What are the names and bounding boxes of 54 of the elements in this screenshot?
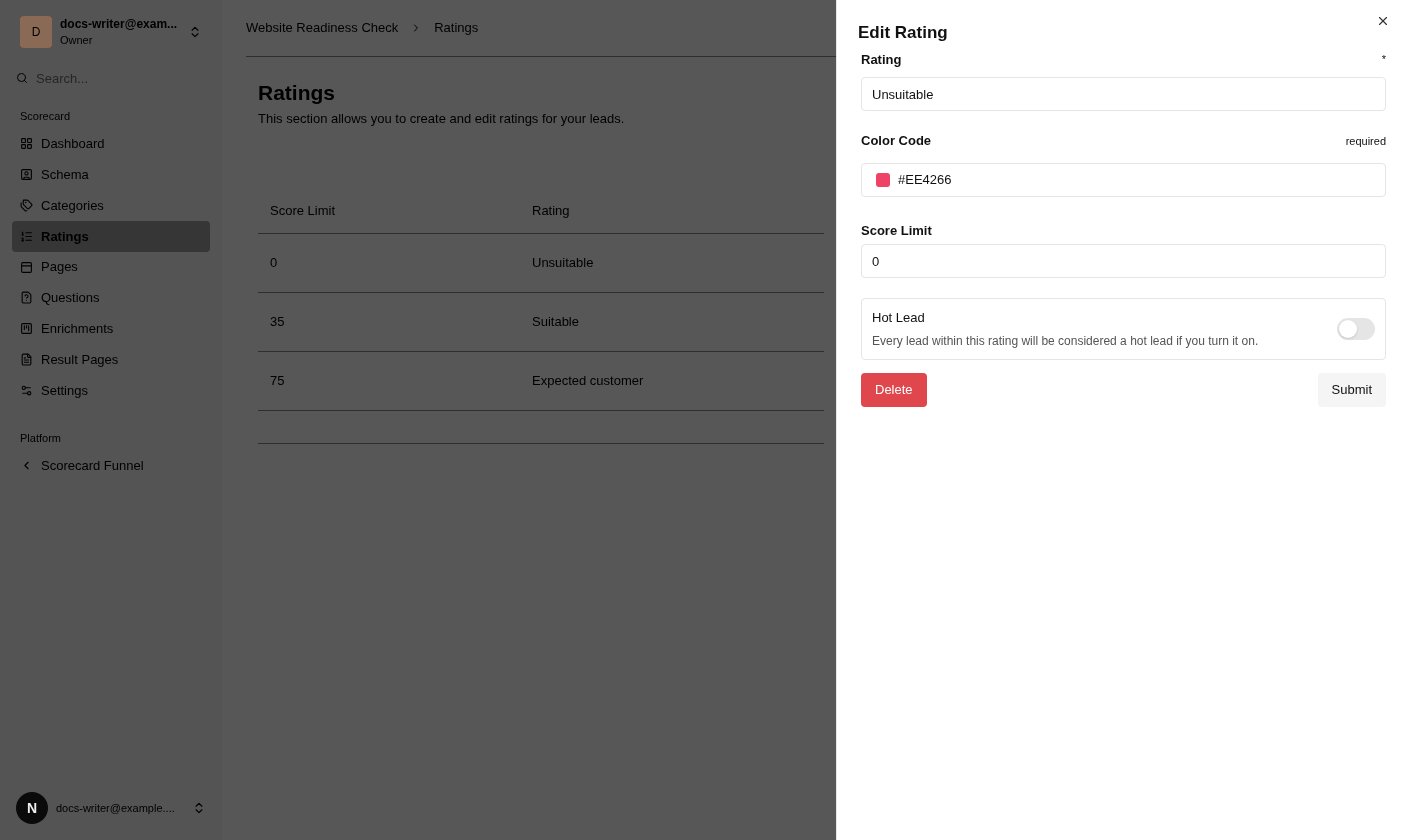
sidebar-item[interactable]: Schema — [12, 159, 210, 191]
table-cell-text: Unsuitable — [532, 254, 595, 273]
hot-lead-title: Hot Lead — [872, 309, 926, 328]
required-marker: * — [1381, 52, 1386, 67]
sidebar-item[interactable]: Pages — [12, 251, 210, 283]
delete-button[interactable]: Delete — [861, 373, 927, 407]
account-avatar: D — [20, 16, 52, 49]
board-icon — [20, 322, 33, 336]
sidebar-item[interactable]: Questions — [12, 282, 210, 314]
submit-button[interactable]: Submit — [1317, 373, 1386, 407]
color-field[interactable]: #EE4266 — [861, 162, 1386, 197]
panel-icon — [20, 260, 33, 274]
page-title: Ratings — [258, 80, 336, 106]
required-hint: required — [1345, 133, 1386, 149]
sidebar-item[interactable]: Categories — [12, 190, 210, 221]
user-email: docs-writer@example.... — [56, 800, 176, 816]
sidebar-item[interactable]: Settings — [12, 374, 210, 406]
field-label: Color Code — [861, 132, 932, 150]
close-icon[interactable] — [1376, 14, 1390, 28]
tag-icon — [20, 199, 33, 212]
search-icon — [16, 71, 28, 86]
rating-field[interactable]: Unsuitable — [861, 77, 1386, 111]
breadcrumb-current: Ratings — [434, 19, 479, 38]
table-cell-text: 0 — [270, 254, 279, 273]
sidebar-item[interactable]: Enrichments — [12, 313, 210, 345]
page-description: This section allows you to create and edit ratings for your leads. — [258, 109, 626, 128]
contact-icon — [20, 168, 33, 182]
settings-icon — [20, 383, 33, 397]
account-role: Owner — [60, 33, 94, 48]
section-title: Scorecard — [19, 109, 72, 124]
hot-lead-toggle[interactable] — [1337, 318, 1375, 340]
column-header: Rating — [532, 201, 571, 220]
color-swatch[interactable] — [876, 172, 890, 187]
score-limit-field[interactable]: 0 — [861, 244, 1386, 278]
column-header: Score Limit — [270, 201, 337, 220]
sidebar-item[interactable]: Dashboard — [12, 128, 210, 160]
document-icon — [20, 352, 33, 366]
field-label: Score Limit — [861, 221, 933, 240]
table-cell-text: 75 — [270, 372, 286, 391]
hot-lead-description: Every lead within this rating will be considered a hot lead if you turn it on. — [872, 332, 1259, 350]
question-file-icon — [20, 291, 33, 305]
table-cell-text: 35 — [270, 313, 286, 332]
sidebar-item[interactable]: Result Pages — [12, 344, 210, 375]
grid-icon — [20, 137, 33, 151]
field-label: Rating — [861, 50, 902, 69]
sidebar-item[interactable]: Scorecard Funnel — [12, 450, 210, 481]
list-icon — [20, 229, 33, 243]
section-title: Platform — [19, 430, 62, 446]
sheet-title: Edit Rating — [858, 22, 949, 44]
table-cell-text: Suitable — [532, 313, 580, 332]
table-cell-text: Expected customer — [532, 372, 645, 391]
breadcrumb-link[interactable]: Website Readiness Check — [246, 18, 399, 38]
user-avatar: N — [16, 792, 48, 824]
account-email: docs-writer@exam... — [60, 16, 178, 32]
